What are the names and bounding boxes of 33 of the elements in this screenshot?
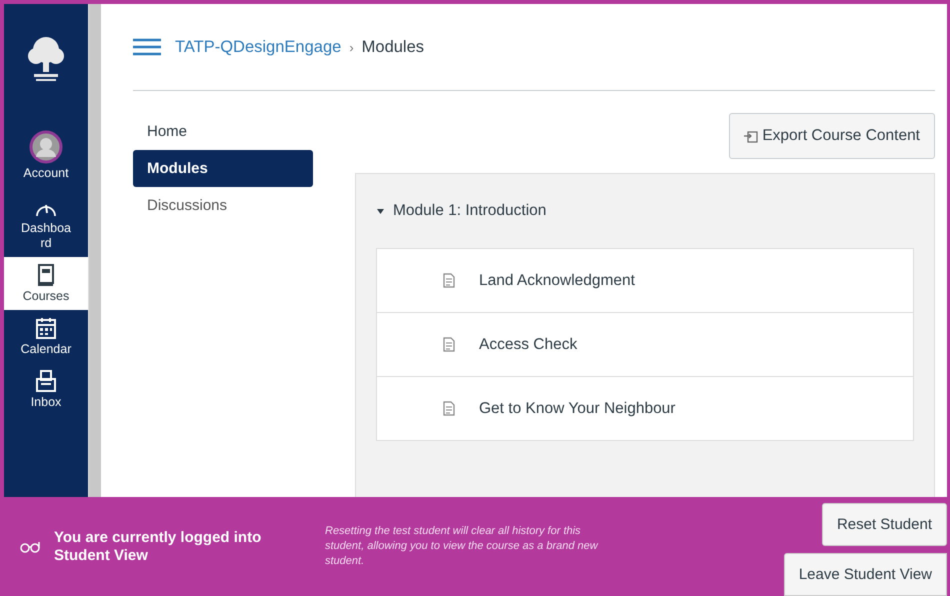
page-icon xyxy=(443,401,455,416)
breadcrumb-separator: › xyxy=(349,40,354,54)
breadcrumb-link[interactable]: TATP-QDesignEngage xyxy=(175,38,342,56)
glasses-icon xyxy=(20,540,40,552)
module-item-link[interactable]: Access Check xyxy=(479,336,578,354)
breadcrumb-current: Modules xyxy=(362,38,424,56)
course-nav-link[interactable]: Home xyxy=(133,113,313,150)
page-icon xyxy=(443,273,455,288)
nav-item[interactable]: Courses xyxy=(4,257,88,310)
module-item-link[interactable]: Get to Know Your Neighbour xyxy=(479,400,676,418)
export-icon xyxy=(744,129,758,143)
course-nav-link[interactable]: Discussions xyxy=(133,187,313,224)
avatar-icon xyxy=(29,130,63,164)
menu-icon[interactable] xyxy=(133,38,161,56)
module-item-link[interactable]: Land Acknowledgment xyxy=(479,272,635,290)
course-nav-link[interactable]: Modules xyxy=(133,150,313,187)
page-icon xyxy=(443,337,455,352)
nav-item[interactable]: Account xyxy=(4,124,88,193)
reset-student-button[interactable]: Reset Student xyxy=(822,503,947,546)
calendar-icon xyxy=(35,316,57,340)
scrollbar[interactable] xyxy=(88,4,101,497)
caret-icon[interactable] xyxy=(376,206,385,216)
export-course-content-button[interactable]: Export Course Content xyxy=(729,113,935,159)
student-view-message: You are currently logged into Student View xyxy=(54,528,262,564)
nav-item[interactable]: Calendar xyxy=(4,310,88,363)
inbox-icon xyxy=(35,369,57,393)
reset-note: Resetting the test student will clear all history for this student, allowing you to view the course as a brand new student. xyxy=(325,524,600,569)
nav-item[interactable]: Dashboard xyxy=(4,193,88,257)
leave-student-view-button[interactable]: Leave Student View xyxy=(784,553,947,596)
tree-logo-icon xyxy=(26,36,66,82)
module-title[interactable]: Module 1: Introduction xyxy=(393,202,546,220)
nav-item[interactable]: Inbox xyxy=(4,363,88,416)
book-icon xyxy=(36,263,56,287)
